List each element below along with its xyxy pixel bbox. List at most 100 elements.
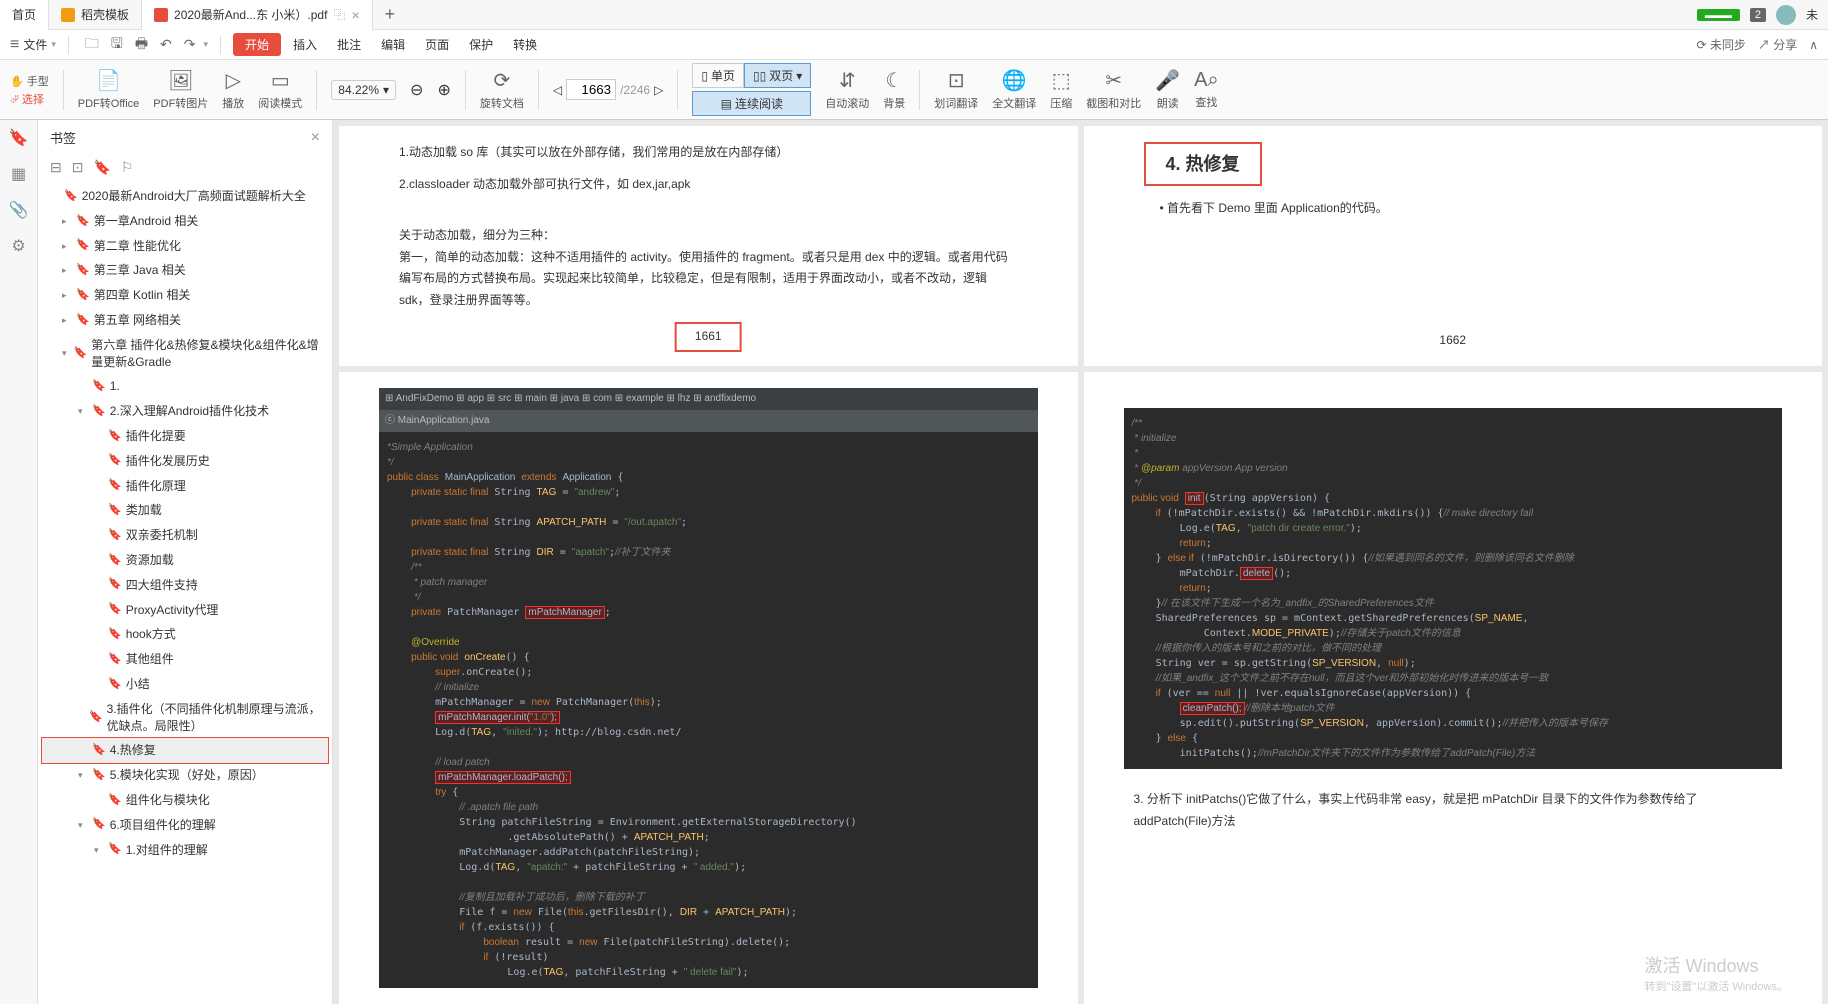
thumbnail-rail-icon[interactable]: ▦ <box>11 164 26 184</box>
bookmark-item[interactable]: 🔖其他组件 <box>42 647 328 672</box>
doc-text: • 首先看下 Demo 里面 Application的代码。 <box>1160 198 1763 220</box>
bookmarks-sidebar: 书签 × ⊟ ⊡ 🔖 ⚐ 🔖2020最新Android大厂高频面试题解析大全▸🔖… <box>38 120 333 1004</box>
tab-restore-icon[interactable]: ⿻ <box>333 6 345 23</box>
zoom-in-icon[interactable]: ⊕ <box>437 80 450 100</box>
menu-annotate[interactable]: 批注 <box>329 36 369 53</box>
bookmark-item[interactable]: ▾🔖6.项目组件化的理解 <box>42 813 328 838</box>
continuous-read-button[interactable]: ▤ 连续阅读 <box>692 91 811 116</box>
hamburger-icon[interactable]: ≡ <box>10 36 19 54</box>
pdf-page-1661: 1.动态加载 so 库（其实可以放在外部存储，我们常用的是放在内部存储） 2.c… <box>339 126 1078 366</box>
prev-page-icon[interactable]: ◁ <box>553 83 562 97</box>
read-aloud-button[interactable]: 🎤朗读 <box>1155 68 1180 111</box>
bookmark-item[interactable]: ▸🔖第四章 Kotlin 相关 <box>42 283 328 308</box>
bookmark-item[interactable]: 🔖2020最新Android大厂高频面试题解析大全 <box>42 184 328 209</box>
menu-insert[interactable]: 插入 <box>285 36 325 53</box>
find-button[interactable]: A⌕查找 <box>1194 69 1219 110</box>
bookmark-item[interactable]: 🔖四大组件支持 <box>42 573 328 598</box>
undo-icon[interactable]: ↶ <box>156 36 176 53</box>
tab-home[interactable]: 首页 <box>0 0 49 30</box>
save-icon[interactable]: 🖫 <box>107 33 127 57</box>
sidebar-close-icon[interactable]: × <box>311 129 320 147</box>
pdf-to-office-button[interactable]: 📄PDF转Office <box>78 68 140 111</box>
menu-edit[interactable]: 编辑 <box>373 36 413 53</box>
pdf-page-1662: 4. 热修复 • 首先看下 Demo 里面 Application的代码。 16… <box>1084 126 1823 366</box>
play-button[interactable]: ▷播放 <box>222 68 244 111</box>
bookmark-item[interactable]: 🔖类加载 <box>42 498 328 523</box>
bookmark-item[interactable]: 🔖3.插件化（不同插件化机制原理与流派，优缺点。局限性） <box>42 697 328 739</box>
expand-all-icon[interactable]: ⊟ <box>50 159 62 176</box>
print-icon[interactable]: 🖶 <box>131 33 152 57</box>
autoscroll-button[interactable]: ⇵自动滚动 <box>825 68 869 111</box>
menu-file[interactable]: 文件 <box>23 36 47 53</box>
word-translate-button[interactable]: ⊡划词翻译 <box>934 68 978 111</box>
menu-protect[interactable]: 保护 <box>461 36 501 53</box>
page-number-input[interactable] <box>566 79 616 100</box>
menubar: ≡ 文件 ▾ 🗀 🖫 🖶 ↶ ↷ ▾ 开始 插入 批注 编辑 页面 保护 转换 … <box>0 30 1828 60</box>
bookmark-item[interactable]: 🔖插件化原理 <box>42 474 328 499</box>
bookmark-item[interactable]: ▸🔖第三章 Java 相关 <box>42 258 328 283</box>
select-tool-button[interactable]: ⮰ 选择 <box>10 91 49 107</box>
new-tab-button[interactable]: + <box>373 4 408 25</box>
notification-badge[interactable]: 2 <box>1750 8 1766 22</box>
redo-icon[interactable]: ↷ <box>180 36 200 53</box>
not-synced-button[interactable]: ⟳ 未同步 <box>1696 36 1745 53</box>
doc-text: 2.classloader 动态加载外部可执行文件，如 dex,jar,apk <box>399 174 1018 196</box>
page-navigation: ◁ /2246 ▷ <box>553 79 664 100</box>
share-button[interactable]: ↗ 分享 <box>1758 36 1797 53</box>
compress-button[interactable]: ⬚压缩 <box>1050 68 1072 111</box>
bookmark-item[interactable]: 🔖插件化发展历史 <box>42 449 328 474</box>
zoom-combo[interactable]: 84.22%▾ <box>331 80 396 100</box>
full-translate-button[interactable]: 🌐全文翻译 <box>992 68 1036 111</box>
bookmark-item[interactable]: 🔖双亲委托机制 <box>42 523 328 548</box>
single-page-button[interactable]: ▯ 单页 <box>692 63 744 88</box>
pdf-to-image-button[interactable]: 🖼PDF转图片 <box>153 68 208 111</box>
bookmark-item[interactable]: 🔖组件化与模块化 <box>42 788 328 813</box>
bookmark-item[interactable]: 🔖插件化提要 <box>42 424 328 449</box>
rotate-button[interactable]: ⟳旋转文档 <box>480 68 524 111</box>
bookmark-tree[interactable]: 🔖2020最新Android大厂高频面试题解析大全▸🔖第一章Android 相关… <box>38 184 332 1004</box>
chevron-down-icon: ▾ <box>204 39 209 50</box>
double-page-button[interactable]: ▯▯ 双页 ▾ <box>744 63 811 88</box>
menu-page[interactable]: 页面 <box>417 36 457 53</box>
hotfix-heading: 4. 热修复 <box>1144 142 1262 186</box>
pdf-icon <box>154 8 168 22</box>
bookmark-item[interactable]: 🔖资源加载 <box>42 548 328 573</box>
collapse-ribbon-icon[interactable]: ∧ <box>1809 38 1818 52</box>
bookmark-item[interactable]: ▾🔖第六章 插件化&热修复&模块化&组件化&增量更新&Gradle <box>42 333 328 375</box>
hand-tool-button[interactable]: ✋ 手型 <box>10 73 49 89</box>
background-button[interactable]: ☾背景 <box>883 68 905 111</box>
bookmark-item[interactable]: 🔖hook方式 <box>42 622 328 647</box>
add-bookmark-icon[interactable]: 🔖 <box>93 159 110 176</box>
tab-template[interactable]: 稻壳模板 <box>49 0 142 30</box>
bookmark-item[interactable]: 🔖小结 <box>42 672 328 697</box>
screenshot-compare-button[interactable]: ✂截图和对比 <box>1086 68 1141 111</box>
bookmark-icon[interactable]: ⚐ <box>121 159 134 176</box>
pdf-image-icon: 🖼 <box>168 68 193 93</box>
bookmark-item[interactable]: 🔖4.热修复 <box>42 738 328 763</box>
collapse-all-icon[interactable]: ⊡ <box>72 159 84 176</box>
menu-convert[interactable]: 转换 <box>505 36 545 53</box>
zoom-out-icon[interactable]: ⊖ <box>410 80 423 100</box>
tab-close-icon[interactable]: × <box>351 7 359 23</box>
document-viewport[interactable]: 1.动态加载 so 库（其实可以放在外部存储，我们常用的是放在内部存储） 2.c… <box>333 120 1828 1004</box>
read-mode-icon: ▭ <box>271 68 290 93</box>
bookmark-rail-icon[interactable]: 🔖 <box>9 128 29 148</box>
toolbar-strip-icon[interactable]: ▬▬▬ <box>1697 9 1740 21</box>
read-mode-button[interactable]: ▭阅读模式 <box>258 68 302 111</box>
autoscroll-icon: ⇵ <box>839 68 856 93</box>
bookmark-item[interactable]: ▾🔖5.模块化实现（好处，原因） <box>42 763 328 788</box>
bookmark-item[interactable]: 🔖ProxyActivity代理 <box>42 598 328 623</box>
bookmark-item[interactable]: ▸🔖第一章Android 相关 <box>42 209 328 234</box>
menu-start[interactable]: 开始 <box>233 33 281 56</box>
attachment-rail-icon[interactable]: 📎 <box>9 200 29 220</box>
tab-active-pdf[interactable]: 2020最新And...东 小米）.pdf⿻× <box>142 0 373 30</box>
bookmark-item[interactable]: 🔖1. <box>42 374 328 399</box>
next-page-icon[interactable]: ▷ <box>654 83 663 97</box>
bookmark-item[interactable]: ▸🔖第二章 性能优化 <box>42 234 328 259</box>
bookmark-item[interactable]: ▾🔖1.对组件的理解 <box>42 838 328 863</box>
avatar[interactable] <box>1776 5 1796 25</box>
settings-rail-icon[interactable]: ⚙ <box>11 236 25 256</box>
open-folder-icon[interactable]: 🗀 <box>81 33 103 57</box>
bookmark-item[interactable]: ▾🔖2.深入理解Android插件化技术 <box>42 399 328 424</box>
bookmark-item[interactable]: ▸🔖第五章 网络相关 <box>42 308 328 333</box>
